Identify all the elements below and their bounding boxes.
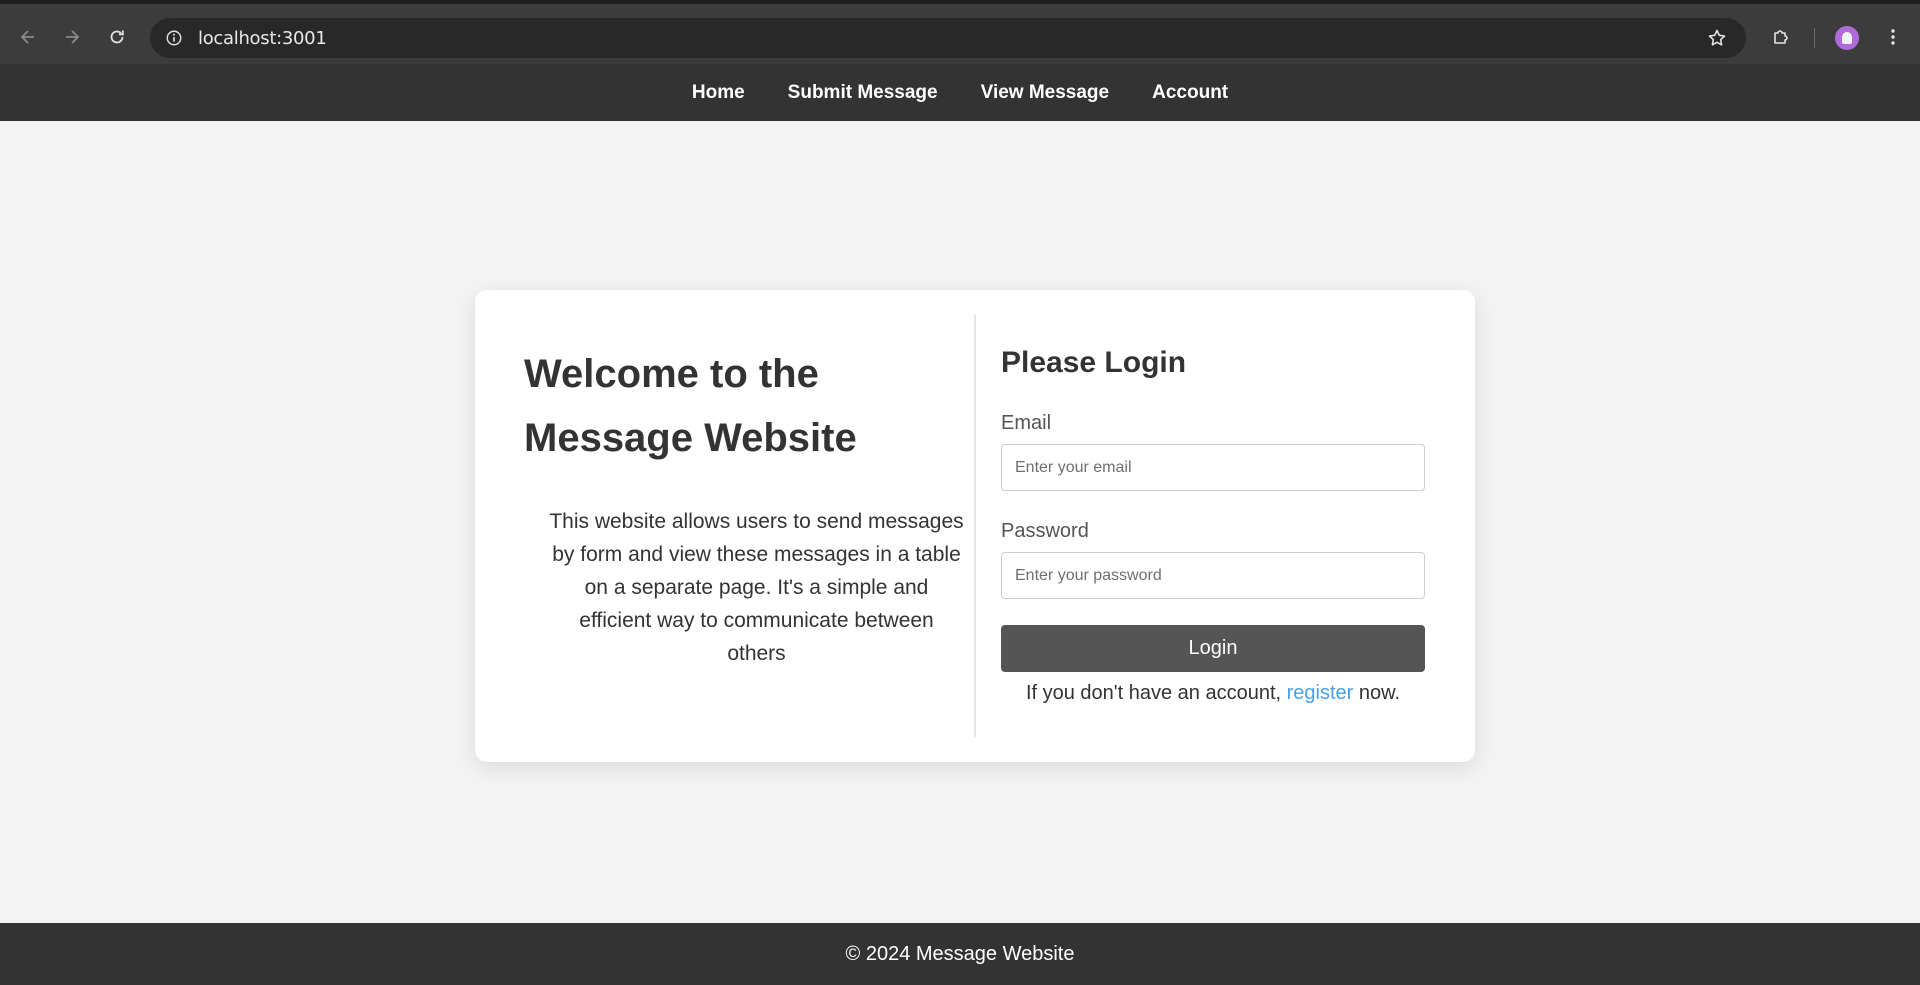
login-title: Please Login xyxy=(1001,346,1187,379)
password-label: Password xyxy=(1001,520,1089,542)
email-field[interactable] xyxy=(1001,444,1425,491)
login-card: Welcome to the Message Website This webs… xyxy=(475,290,1475,762)
profile-avatar-icon[interactable] xyxy=(1835,26,1859,50)
menu-kebab-icon[interactable] xyxy=(1880,24,1906,50)
back-arrow-icon[interactable] xyxy=(15,24,41,50)
nav-view-message-link[interactable]: View Message xyxy=(981,82,1110,104)
toolbar-divider xyxy=(1814,28,1815,48)
nav-home-link[interactable]: Home xyxy=(692,82,745,104)
register-prefix-text: If you don't have an account, xyxy=(1025,682,1287,704)
browser-toolbar: localhost:3001 xyxy=(0,0,1920,64)
address-bar[interactable]: localhost:3001 xyxy=(150,18,1746,58)
welcome-title: Welcome to the Message Website xyxy=(524,352,857,460)
login-button[interactable]: Login xyxy=(1001,625,1425,672)
site-info-icon[interactable] xyxy=(164,28,184,48)
register-prompt: If you don't have an account, register n… xyxy=(1001,680,1425,706)
card-divider xyxy=(974,315,976,737)
bookmark-star-icon[interactable] xyxy=(1706,27,1728,49)
login-form: Please Login Email Password Login If you… xyxy=(1001,345,1425,706)
extensions-puzzle-icon[interactable] xyxy=(1768,24,1794,50)
email-label: Email xyxy=(1001,412,1052,434)
url-text[interactable]: localhost:3001 xyxy=(198,28,327,49)
forward-arrow-icon[interactable] xyxy=(59,24,85,50)
register-suffix-text: now. xyxy=(1353,682,1401,704)
nav-submit-message-link[interactable]: Submit Message xyxy=(788,82,938,104)
site-footer: © 2024 Message Website xyxy=(0,923,1920,985)
nav-account-link[interactable]: Account xyxy=(1152,82,1228,104)
password-field[interactable] xyxy=(1001,552,1425,599)
site-navbar: Home Submit Message View Message Account xyxy=(0,64,1920,121)
welcome-section: Welcome to the Message Website This webs… xyxy=(524,342,964,670)
reload-icon[interactable] xyxy=(104,24,130,50)
welcome-description: This website allows users to send messag… xyxy=(549,510,964,665)
register-link[interactable]: register xyxy=(1287,682,1354,704)
footer-copyright: © 2024 Message Website xyxy=(845,942,1075,965)
